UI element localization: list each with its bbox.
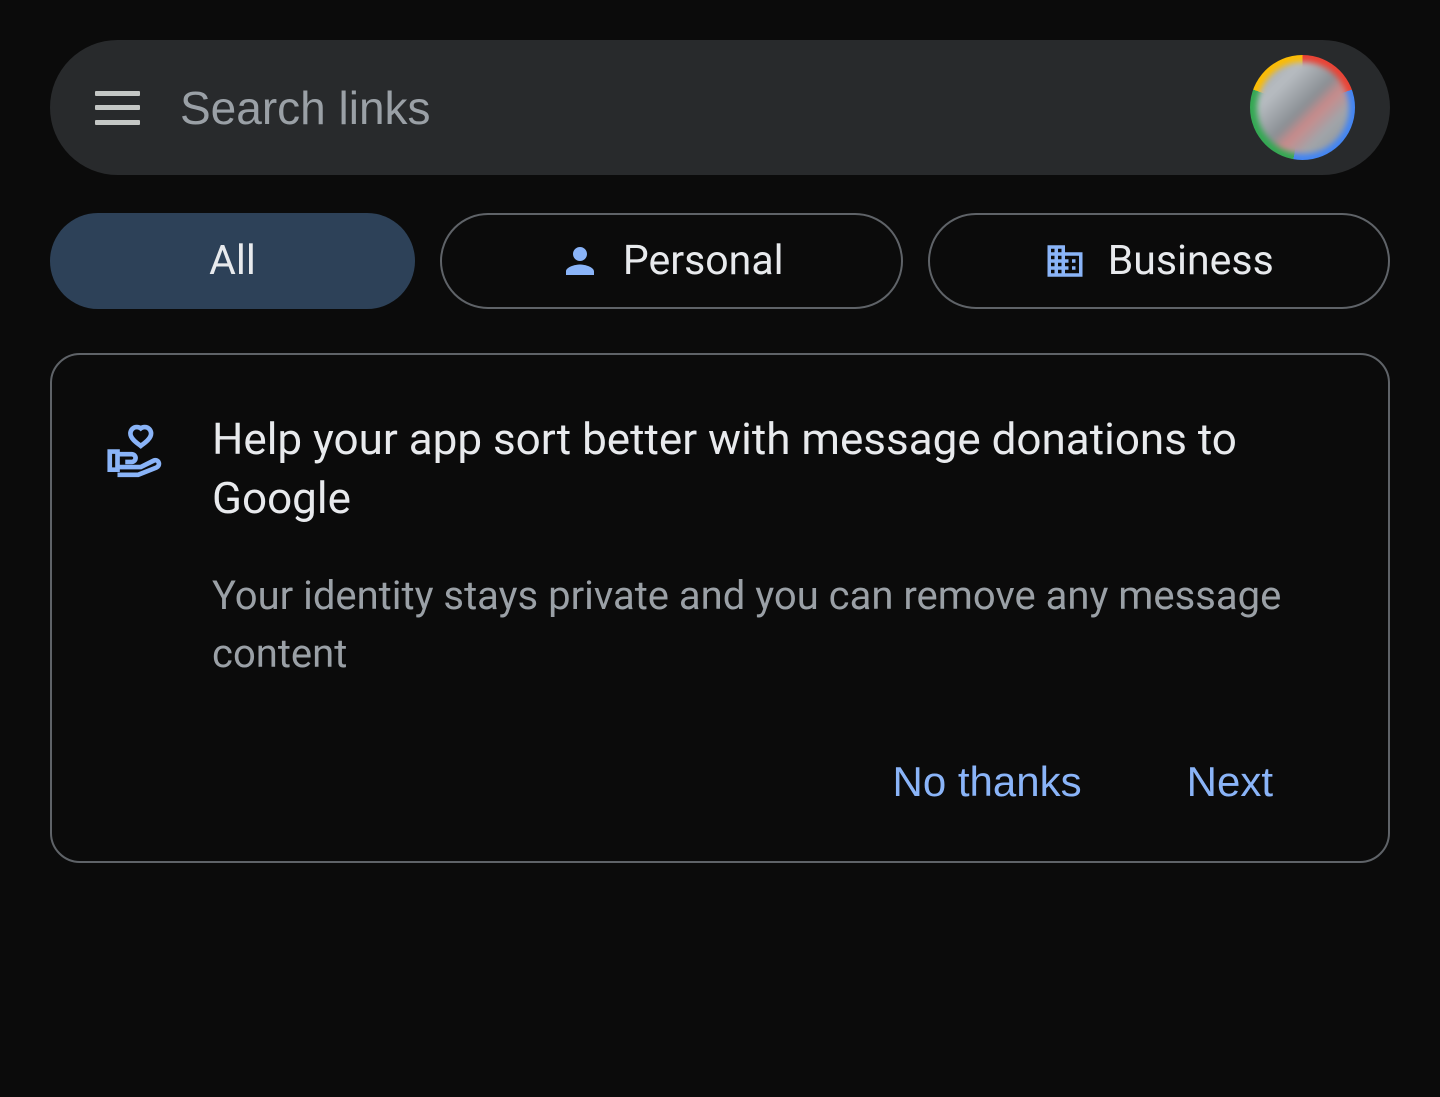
person-icon [559,240,601,282]
tab-personal[interactable]: Personal [440,213,903,309]
next-button[interactable]: Next [1187,758,1273,806]
building-icon [1044,240,1086,282]
donation-card: Help your app sort better with message d… [50,353,1390,863]
filter-tabs: All Personal Business [50,213,1390,309]
menu-icon[interactable] [95,91,140,125]
hand-heart-icon [102,418,164,806]
search-input[interactable] [140,81,1250,135]
tab-all-label: All [209,237,256,285]
card-actions: No thanks Next [212,758,1328,806]
no-thanks-button[interactable]: No thanks [893,758,1082,806]
avatar[interactable] [1250,55,1355,160]
card-content: Help your app sort better with message d… [212,410,1328,806]
avatar-image [1257,62,1349,154]
search-bar [50,40,1390,175]
card-title: Help your app sort better with message d… [212,410,1328,529]
tab-business-label: Business [1108,237,1274,285]
tab-business[interactable]: Business [928,213,1391,309]
tab-personal-label: Personal [623,237,784,285]
card-subtitle: Your identity stays private and you can … [212,567,1328,683]
tab-all[interactable]: All [50,213,415,309]
